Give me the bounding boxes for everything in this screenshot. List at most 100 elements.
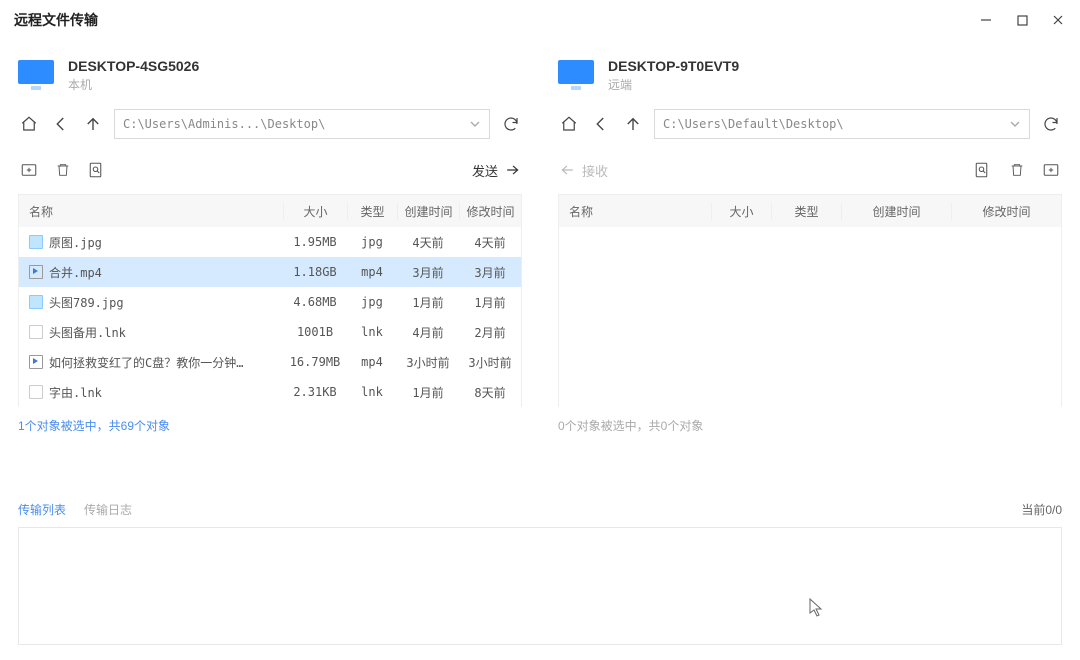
tab-transfer-queue[interactable]: 传输列表 — [18, 501, 66, 518]
file-icon — [29, 295, 43, 309]
file-name: 字由.lnk — [49, 384, 102, 401]
receive-label: 接收 — [582, 161, 608, 180]
cell-type: lnk — [347, 325, 397, 339]
refresh-icon[interactable] — [1040, 113, 1062, 135]
new-folder-icon[interactable] — [18, 159, 40, 181]
col-ctime[interactable]: 创建时间 — [397, 203, 459, 220]
file-name: 头图789.jpg — [49, 294, 124, 311]
local-host-name: DESKTOP-4SG5026 — [68, 58, 199, 74]
cell-size: 4.68MB — [283, 295, 347, 309]
cell-name: 原图.jpg — [19, 234, 283, 251]
table-row[interactable]: 头图备用.lnk 1001Blnk4月前2月前 — [19, 317, 521, 347]
local-host-row: DESKTOP-4SG5026 本机 — [18, 50, 522, 100]
receive-arrow-icon — [558, 163, 576, 177]
home-icon[interactable] — [558, 113, 580, 135]
local-path-input[interactable]: C:\Users\Adminis...\Desktop\ — [114, 109, 490, 139]
file-name: 原图.jpg — [49, 234, 102, 251]
cell-type: mp4 — [347, 355, 397, 369]
cell-name: 字由.lnk — [19, 384, 283, 401]
file-name: 头图备用.lnk — [49, 324, 126, 341]
local-actions: 发送 — [18, 146, 522, 194]
send-label: 发送 — [472, 161, 498, 180]
remote-actions: 接收 — [558, 146, 1062, 194]
search-file-icon[interactable] — [972, 159, 994, 181]
table-row[interactable]: 头图789.jpg4.68MBjpg1月前1月前 — [19, 287, 521, 317]
table-row[interactable]: 字由.lnk2.31KBlnk1月前8天前 — [19, 377, 521, 407]
minimize-button[interactable] — [978, 12, 994, 28]
cell-size: 1.18GB — [283, 265, 347, 279]
cell-ctime: 4月前 — [397, 324, 459, 341]
local-path-text: C:\Users\Adminis...\Desktop\ — [123, 117, 463, 131]
table-row[interactable]: 原图.jpg1.95MBjpg4天前4天前 — [19, 227, 521, 257]
local-table-header: 名称 大小 类型 创建时间 修改时间 — [19, 195, 521, 227]
cell-type: jpg — [347, 295, 397, 309]
cell-mtime: 3月前 — [459, 264, 521, 281]
col-ctime[interactable]: 创建时间 — [841, 203, 951, 220]
send-button[interactable]: 发送 — [472, 161, 522, 180]
send-arrow-icon — [504, 163, 522, 177]
local-host-text: DESKTOP-4SG5026 本机 — [68, 58, 199, 93]
monitor-icon — [558, 60, 594, 90]
window-title: 远程文件传输 — [14, 10, 98, 30]
cell-name: 头图789.jpg — [19, 294, 283, 311]
search-file-icon[interactable] — [86, 159, 108, 181]
local-table-body: 原图.jpg1.95MBjpg4天前4天前合并.mp41.18GBmp43月前3… — [19, 227, 521, 407]
cell-ctime: 3小时前 — [397, 354, 459, 371]
home-icon[interactable] — [18, 113, 40, 135]
up-icon[interactable] — [82, 113, 104, 135]
window-controls — [978, 12, 1066, 28]
local-status: 1个对象被选中，共69个对象 — [18, 407, 522, 444]
back-icon[interactable] — [50, 113, 72, 135]
col-type[interactable]: 类型 — [771, 203, 841, 220]
table-row[interactable]: 如何拯救变红了的C盘？教你一分钟…16.79MBmp43小时前3小时前 — [19, 347, 521, 377]
col-size[interactable]: 大小 — [283, 203, 347, 220]
panels: DESKTOP-4SG5026 本机 C:\Users\Adminis...\D… — [0, 40, 1080, 495]
col-size[interactable]: 大小 — [711, 203, 771, 220]
local-panel: DESKTOP-4SG5026 本机 C:\Users\Adminis...\D… — [0, 40, 540, 495]
remote-panel: DESKTOP-9T0EVT9 远端 C:\Users\Default\Desk… — [540, 40, 1080, 495]
remote-status: 0个对象被选中，共0个对象 — [558, 407, 1062, 444]
refresh-icon[interactable] — [500, 113, 522, 135]
cell-mtime: 2月前 — [459, 324, 521, 341]
file-icon — [29, 265, 43, 279]
table-row[interactable]: 合并.mp41.18GBmp43月前3月前 — [19, 257, 521, 287]
transfer-queue-area — [18, 527, 1062, 645]
up-icon[interactable] — [622, 113, 644, 135]
file-icon — [29, 235, 43, 249]
local-action-left — [18, 159, 108, 181]
remote-action-right — [972, 159, 1062, 181]
file-name: 如何拯救变红了的C盘？教你一分钟… — [49, 354, 243, 371]
cell-size: 2.31KB — [283, 385, 347, 399]
chevron-down-icon[interactable] — [1009, 118, 1021, 130]
cell-mtime: 4天前 — [459, 234, 521, 251]
cell-size: 1001B — [283, 325, 347, 339]
col-mtime[interactable]: 修改时间 — [459, 203, 521, 220]
chevron-down-icon[interactable] — [469, 118, 481, 130]
remote-nav: C:\Users\Default\Desktop\ — [558, 102, 1062, 146]
file-icon — [29, 385, 43, 399]
transfer-progress: 当前0/0 — [1021, 501, 1062, 518]
cell-ctime: 3月前 — [397, 264, 459, 281]
cell-name: 合并.mp4 — [19, 264, 283, 281]
remote-host-text: DESKTOP-9T0EVT9 远端 — [608, 58, 739, 93]
monitor-icon — [18, 60, 54, 90]
receive-button[interactable]: 接收 — [558, 161, 608, 180]
col-name[interactable]: 名称 — [19, 203, 283, 220]
back-icon[interactable] — [590, 113, 612, 135]
col-name[interactable]: 名称 — [559, 203, 711, 220]
maximize-button[interactable] — [1014, 12, 1030, 28]
new-folder-icon[interactable] — [1040, 159, 1062, 181]
bottom-tabs: 传输列表 传输日志 当前0/0 — [0, 495, 1080, 523]
cell-ctime: 1月前 — [397, 294, 459, 311]
delete-icon[interactable] — [52, 159, 74, 181]
close-button[interactable] — [1050, 12, 1066, 28]
remote-path-input[interactable]: C:\Users\Default\Desktop\ — [654, 109, 1030, 139]
delete-icon[interactable] — [1006, 159, 1028, 181]
tab-transfer-log[interactable]: 传输日志 — [84, 501, 132, 518]
remote-path-text: C:\Users\Default\Desktop\ — [663, 117, 1003, 131]
file-name: 合并.mp4 — [49, 264, 102, 281]
cell-type: lnk — [347, 385, 397, 399]
col-mtime[interactable]: 修改时间 — [951, 203, 1061, 220]
cell-type: mp4 — [347, 265, 397, 279]
col-type[interactable]: 类型 — [347, 203, 397, 220]
